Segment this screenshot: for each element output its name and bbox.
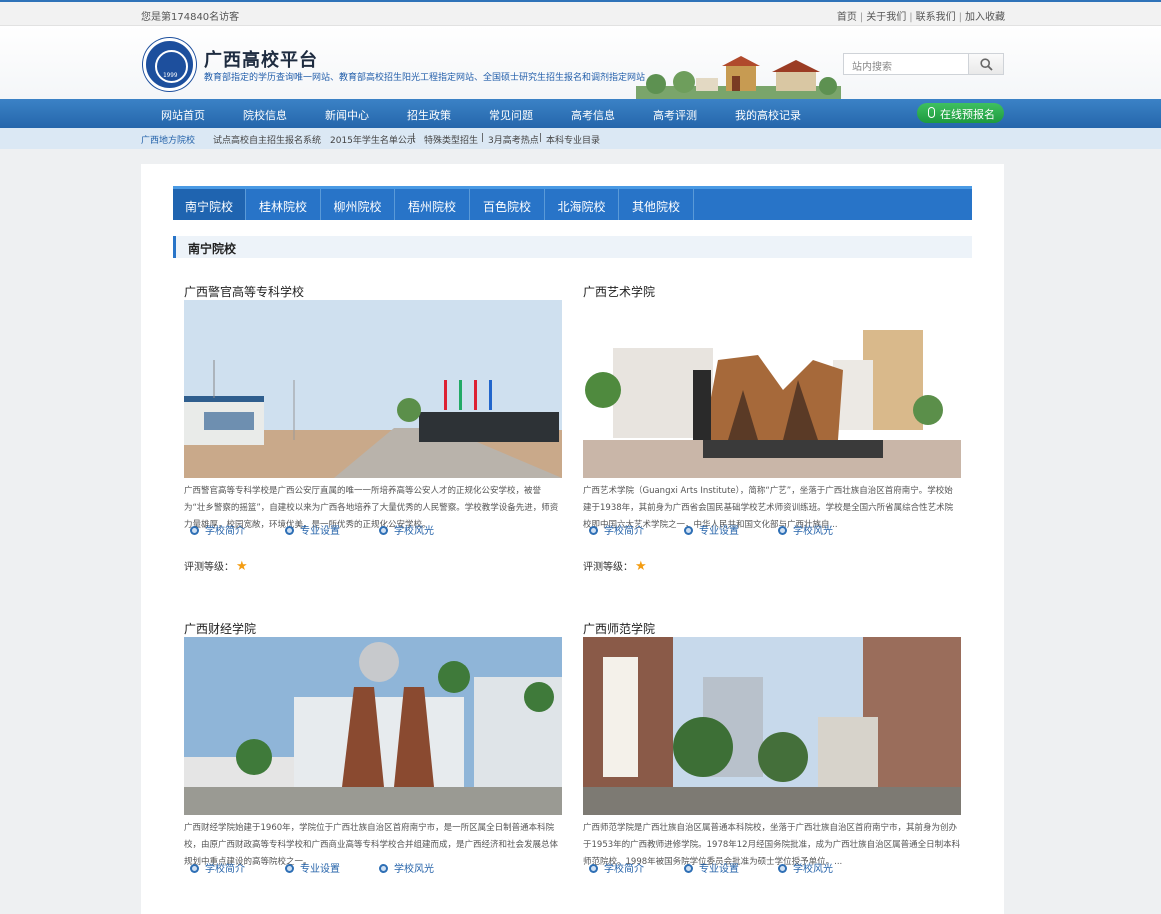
school-name[interactable]: 广西艺术学院 <box>583 283 655 300</box>
site-subtitle: 教育部指定的学历查询唯一网站、教育部高校招生阳光工程指定网站、全国硕士研究生招生… <box>204 73 646 83</box>
school-scenery-link[interactable]: 学校风光 <box>778 860 833 875</box>
top-link-about[interactable]: 关于我们 <box>866 12 906 23</box>
site-header: 1999 广西高校平台 教育部指定的学历查询唯一网站、教育部高校招生阳光工程指定… <box>0 26 1161 99</box>
school-photo[interactable] <box>583 637 961 815</box>
school-card: 广西财经学院 广西财经学院始建于1960年，学院位于广西壮族自治区首府南宁市，是… <box>184 620 564 914</box>
school-name[interactable]: 广西师范学院 <box>583 620 655 637</box>
tab-nanning[interactable]: 南宁院校 <box>173 189 246 220</box>
nav-home[interactable]: 网站首页 <box>161 107 205 123</box>
top-link-contact[interactable]: 联系我们 <box>916 12 956 23</box>
school-photo[interactable] <box>583 300 961 478</box>
school-scenery-link[interactable]: 学校风光 <box>379 522 434 537</box>
school-rating: 评测等级： ★ <box>184 559 248 574</box>
nav-news[interactable]: 新闻中心 <box>325 107 369 123</box>
subnav-item[interactable]: 3月高考热点 <box>488 133 539 146</box>
school-photo[interactable] <box>184 300 562 478</box>
visitor-count: 您是第174840名访客 <box>141 12 240 23</box>
site-title: 广西高校平台 <box>204 50 318 71</box>
search-icon <box>980 58 993 71</box>
subnav-sep: | <box>539 133 543 143</box>
school-intro-link[interactable]: 学校简介 <box>190 860 245 875</box>
school-intro-link[interactable]: 学校简介 <box>589 860 644 875</box>
school-intro-link[interactable]: 学校简介 <box>589 522 644 537</box>
school-card: 广西艺术学院 广西艺术学院（Guangxi Arts Institute），简称… <box>583 283 963 593</box>
section-title: 南宁院校 <box>188 242 237 256</box>
section-header: 南宁院校 <box>173 236 972 258</box>
school-card: 广西警官高等专科学校 广西警官高等专科学校是广西公安厅直属的唯一一所培养高等公安… <box>184 283 564 593</box>
school-majors-link[interactable]: 专业设置 <box>684 860 739 875</box>
bullet-icon <box>190 526 199 535</box>
star-icon: ★ <box>635 559 647 574</box>
school-majors-link[interactable]: 专业设置 <box>684 522 739 537</box>
school-links: 学校简介 专业设置 学校风光 <box>589 522 959 537</box>
main-content: 南宁院校 桂林院校 柳州院校 梧州院校 百色院校 北海院校 其他院校 南宁院校 … <box>141 164 1004 914</box>
nav-gaokao-eval[interactable]: 高考评测 <box>653 107 697 123</box>
school-intro-link[interactable]: 学校简介 <box>190 522 245 537</box>
search-input[interactable]: 站内搜索 <box>843 53 969 75</box>
bullet-icon <box>285 864 294 873</box>
bullet-icon <box>379 864 388 873</box>
subnav-sep: | <box>412 133 416 143</box>
bullet-icon <box>190 864 199 873</box>
subnav-item[interactable]: 特殊类型招生 <box>424 133 478 146</box>
subnav-item[interactable]: 试点高校自主招生报名系统 <box>213 133 321 146</box>
school-majors-link[interactable]: 专业设置 <box>285 522 340 537</box>
campus-skyline-illustration <box>636 56 841 99</box>
subnav-item[interactable]: 2015年学生名单公示 <box>330 133 416 146</box>
top-bar: 您是第174840名访客 首页 | 关于我们 | 联系我们 | 加入收藏 <box>0 0 1161 26</box>
bullet-icon <box>778 526 787 535</box>
school-scenery-link[interactable]: 学校风光 <box>778 522 833 537</box>
tab-wuzhou[interactable]: 梧州院校 <box>395 189 470 220</box>
school-name[interactable]: 广西财经学院 <box>184 620 256 637</box>
school-links: 学校简介 专业设置 学校风光 <box>589 860 959 875</box>
nav-admission-policy[interactable]: 招生政策 <box>407 107 451 123</box>
school-photo[interactable] <box>184 637 562 815</box>
bullet-icon <box>778 864 787 873</box>
school-links: 学校简介 专业设置 学校风光 <box>190 860 560 875</box>
bullet-icon <box>379 526 388 535</box>
main-nav: 网站首页 院校信息 新闻中心 招生政策 常见问题 高考信息 高考评测 我的高校记… <box>0 99 1161 128</box>
bullet-icon <box>589 526 598 535</box>
site-logo[interactable]: 1999 <box>143 38 196 91</box>
top-link-home[interactable]: 首页 <box>837 12 857 23</box>
tab-guilin[interactable]: 桂林院校 <box>246 189 321 220</box>
nav-my-records[interactable]: 我的高校记录 <box>735 107 801 123</box>
pre-register-button[interactable]: 在线预报名 <box>917 103 1004 123</box>
tab-baise[interactable]: 百色院校 <box>470 189 545 220</box>
bullet-icon <box>285 526 294 535</box>
top-link-favorite[interactable]: 加入收藏 <box>965 12 1005 23</box>
school-scenery-link[interactable]: 学校风光 <box>379 860 434 875</box>
school-links: 学校简介 专业设置 学校风光 <box>190 522 560 537</box>
school-card: 广西师范学院 广西师范学院是广西壮族自治区属普通本科院校，坐落于广西壮族自治区首… <box>583 620 963 914</box>
tab-liuzhou[interactable]: 柳州院校 <box>321 189 395 220</box>
tab-others[interactable]: 其他院校 <box>619 189 694 220</box>
school-rating: 评测等级： ★ <box>583 559 647 574</box>
bullet-icon <box>684 526 693 535</box>
subnav-sep: | <box>481 133 485 143</box>
sub-nav: 广西地方院校 试点高校自主招生报名系统 2015年学生名单公示 | 特殊类型招生… <box>0 128 1161 149</box>
bullet-icon <box>684 864 693 873</box>
nav-school-info[interactable]: 院校信息 <box>243 107 287 123</box>
top-links: 首页 | 关于我们 | 联系我们 | 加入收藏 <box>836 12 1005 23</box>
star-icon: ★ <box>236 559 248 574</box>
tab-beihai[interactable]: 北海院校 <box>545 189 619 220</box>
subnav-item[interactable]: 本科专业目录 <box>546 133 600 146</box>
mouse-icon <box>928 107 935 118</box>
search-button[interactable] <box>968 53 1004 75</box>
subnav-current[interactable]: 广西地方院校 <box>141 133 195 146</box>
school-majors-link[interactable]: 专业设置 <box>285 860 340 875</box>
school-name[interactable]: 广西警官高等专科学校 <box>184 283 304 300</box>
bullet-icon <box>589 864 598 873</box>
nav-gaokao-info[interactable]: 高考信息 <box>571 107 615 123</box>
nav-faq[interactable]: 常见问题 <box>489 107 533 123</box>
region-tabs: 南宁院校 桂林院校 柳州院校 梧州院校 百色院校 北海院校 其他院校 <box>173 186 972 220</box>
